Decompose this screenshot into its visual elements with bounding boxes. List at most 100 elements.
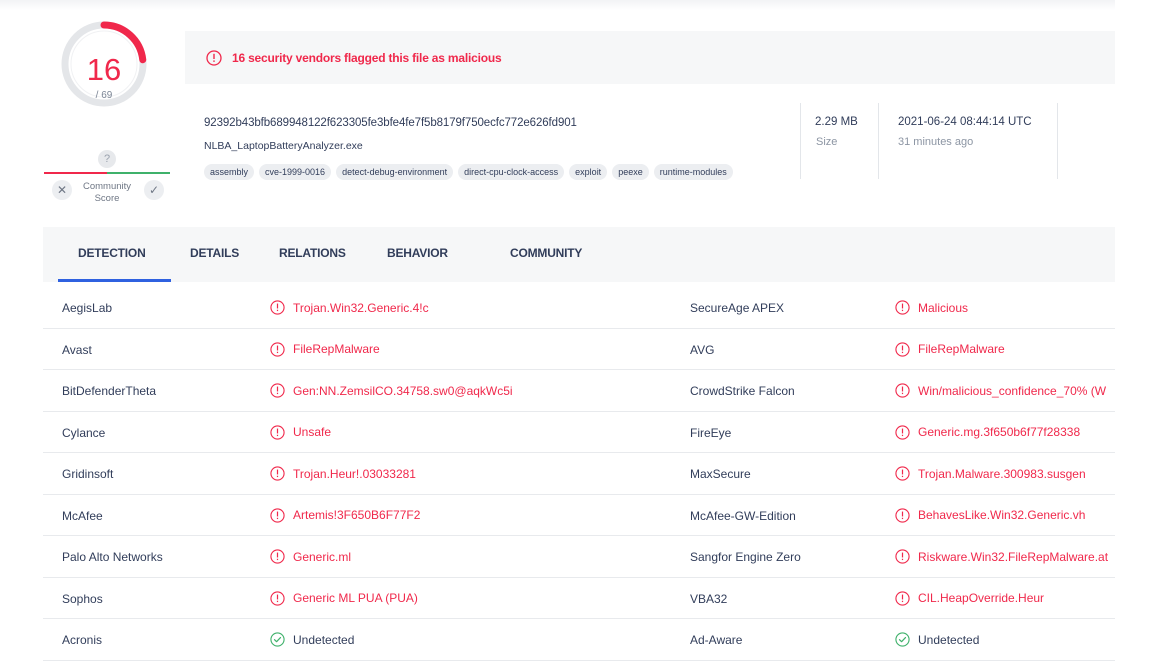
engine-name: BitDefenderTheta (62, 384, 157, 398)
tag[interactable]: detect-debug-environment (336, 164, 454, 180)
alert-circle-icon (895, 300, 910, 315)
alert-circle-icon (895, 549, 910, 564)
table-row: AegisLab Trojan.Win32.Generic.4!c SecureAg… (43, 287, 1115, 329)
result-label: Unsafe (293, 425, 332, 439)
detection-result: Trojan.Win32.Generic.4!c (270, 300, 429, 315)
community-negative-bar (44, 172, 107, 174)
detection-result: FileRepMalware (895, 341, 1113, 357)
alert-circle-icon (895, 466, 910, 481)
engine-name: CrowdStrike Falcon (690, 384, 795, 398)
engine-name: Avast (62, 342, 92, 357)
file-size: 2.29 MB (815, 116, 858, 128)
result-label: Undetected (918, 632, 980, 647)
detection-table: AegisLab Trojan.Win32.Generic.4!c SecureAg… (43, 287, 1115, 661)
tab-details[interactable]: DETAILS (190, 246, 239, 260)
engine-name: FireEye (690, 425, 732, 440)
detection-result: FileRepMalware (270, 341, 380, 357)
tag[interactable]: runtime-modules (653, 164, 733, 180)
engine-name: Sangfor Engine Zero (690, 550, 801, 564)
tag[interactable]: exploit (569, 164, 608, 180)
banner-text: 16 security vendors flagged this file as… (232, 51, 502, 65)
table-row: Cylance Unsafe FireEye Generic.mg.3f650b6f7… (43, 412, 1115, 453)
detection-result: Undetected (895, 632, 1113, 647)
table-row: Gridinsoft Trojan.Heur!.03033281 MaxSecure… (43, 453, 1115, 495)
detected-count: 16 (86, 52, 122, 87)
alert-circle-icon (895, 424, 910, 440)
result-label: Trojan.Malware.300983.susgen (918, 466, 1086, 481)
alert-circle-icon (270, 590, 285, 606)
analysis-date-relative: 31 minutes ago (898, 136, 974, 148)
engine-name: Sophos (62, 591, 103, 606)
engine-name: Palo Alto Networks (62, 550, 163, 564)
table-row: BitDefenderTheta Gen:NN.ZemsilCO.34758.sw… (43, 370, 1115, 412)
analysis-date: 2021-06-24 08:44:14 UTC (898, 116, 1032, 128)
result-label: CIL.HeapOverride.Heur (918, 591, 1045, 605)
detection-result: BehavesLike.Win32.Generic.vh (895, 507, 1113, 523)
x-icon[interactable]: ✕ (52, 180, 72, 200)
table-row: Acronis Undetected Ad-Aware Undetected (43, 619, 1115, 661)
engine-name: MaxSecure (690, 467, 751, 481)
detection-result: Generic.mg.3f650b6f77f28338 (895, 424, 1113, 440)
detection-result: Artemis!3F650B6F77F2 (270, 507, 420, 523)
alert-circle-icon (270, 341, 285, 357)
tag-list: assembly cve-1999-0016 detect-debug-envi… (204, 164, 733, 180)
engine-name: AVG (690, 342, 715, 357)
tab-relations[interactable]: RELATIONS (279, 246, 346, 260)
result-label: FileRepMalware (918, 342, 1005, 356)
engine-name: Cylance (62, 425, 106, 440)
alert-circle-icon (270, 300, 285, 315)
tab-detection[interactable]: DETECTION (78, 246, 146, 260)
result-label: Malicious (918, 300, 969, 315)
alert-circle-icon (895, 341, 910, 357)
table-row: Palo Alto Networks Generic.ml Sangfor Engi… (43, 536, 1115, 578)
result-label: Undetected (293, 632, 355, 647)
result-label: Generic.mg.3f650b6f77f28338 (918, 425, 1081, 439)
divider (1057, 103, 1058, 179)
tab-community[interactable]: COMMUNITY (510, 246, 582, 260)
engine-name: Gridinsoft (62, 467, 114, 481)
detection-result: Malicious (895, 300, 1113, 315)
detection-result: Unsafe (270, 424, 332, 440)
detection-result: Undetected (270, 632, 354, 647)
detection-result: Gen:NN.ZemsilCO.34758.sw0@aqkWc5i (270, 383, 513, 398)
result-label: Generic.ml (293, 549, 352, 564)
detection-score: 16 / 69 (58, 18, 158, 118)
engine-name: McAfee-GW-Edition (690, 508, 796, 523)
detection-result: Generic.ml (270, 549, 351, 564)
divider (800, 103, 801, 179)
alert-circle-icon (895, 590, 910, 606)
tag[interactable]: direct-cpu-clock-access (458, 164, 565, 180)
tag[interactable]: peexe (612, 164, 649, 180)
community-score: ? ✕ Community Score ✓ (43, 150, 171, 210)
community-score-value: ? (98, 150, 116, 168)
detection-result: Trojan.Heur!.03033281 (270, 466, 416, 481)
table-row: Avast FileRepMalware AVG FileRepMalware (43, 329, 1115, 370)
top-shadow (0, 0, 1115, 10)
engine-name: Ad-Aware (690, 633, 743, 647)
check-circle-icon (895, 632, 910, 647)
check-icon[interactable]: ✓ (144, 180, 164, 200)
alert-circle-icon (270, 424, 285, 440)
alert-circle-icon (270, 466, 285, 481)
result-label: Riskware.Win32.FileRepMalware.at (918, 549, 1109, 564)
detection-result: Riskware.Win32.FileRepMalware.at (895, 549, 1113, 564)
active-tab-indicator (58, 279, 171, 282)
alert-circle-icon (206, 50, 222, 66)
total-engines: / 69 (95, 90, 113, 101)
result-label: FileRepMalware (293, 342, 380, 356)
result-label: Trojan.Heur!.03033281 (293, 466, 416, 481)
table-row: McAfee Artemis!3F650B6F77F2 McAfee-GW-Edit… (43, 495, 1115, 536)
alert-circle-icon (270, 383, 285, 398)
detection-result: Generic ML PUA (PUA) (270, 590, 418, 606)
result-label: BehavesLike.Win32.Generic.vh (918, 508, 1086, 522)
engine-name: Acronis (62, 633, 103, 647)
tag[interactable]: cve-1999-0016 (259, 164, 332, 180)
check-circle-icon (270, 632, 285, 647)
tab-behavior[interactable]: BEHAVIOR (387, 246, 448, 260)
result-label: Win/malicious_confidence_70% (W (918, 383, 1107, 398)
tag[interactable]: assembly (204, 164, 255, 180)
alert-circle-icon (270, 507, 285, 523)
divider (878, 103, 879, 179)
alert-circle-icon (895, 507, 910, 523)
result-label: Trojan.Win32.Generic.4!c (293, 300, 429, 315)
